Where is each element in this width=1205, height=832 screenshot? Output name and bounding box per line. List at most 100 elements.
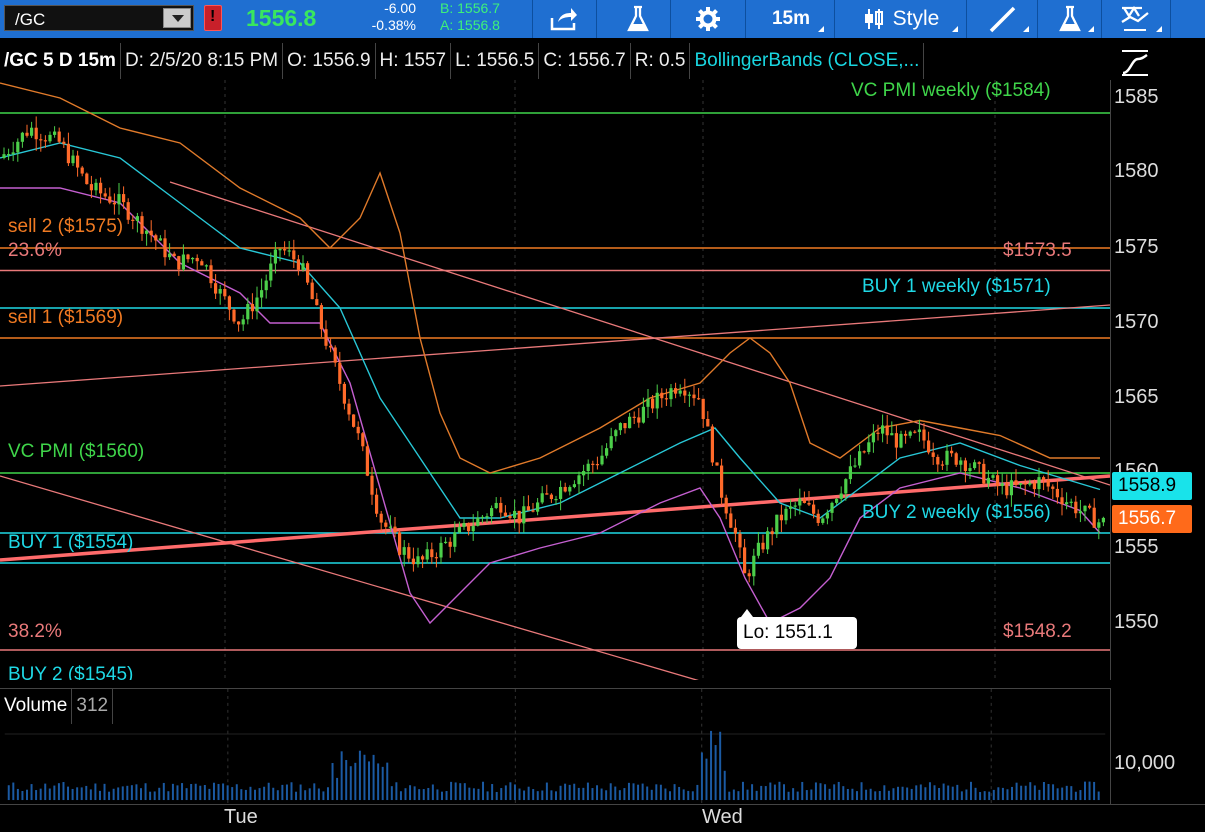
volume-bar <box>559 785 562 801</box>
candle-up <box>402 547 406 555</box>
candle-down <box>724 497 728 514</box>
volume-bar <box>933 785 936 801</box>
price-chart[interactable] <box>0 80 1110 680</box>
settings-button[interactable] <box>684 0 732 38</box>
strategy-button[interactable] <box>1044 0 1096 38</box>
volume-bar <box>906 787 909 801</box>
symbol-selector[interactable]: /GC <box>4 5 194 31</box>
volume-bar <box>85 785 88 801</box>
time-axis[interactable] <box>0 804 1205 832</box>
candle-up <box>917 429 921 433</box>
candle-down <box>315 299 319 306</box>
candle-up <box>1097 522 1101 528</box>
candle-down <box>140 216 144 234</box>
volume-bar <box>258 788 261 801</box>
volume-bar <box>992 789 995 801</box>
toolbar-divider <box>1101 0 1102 38</box>
candle-down <box>186 254 190 260</box>
volume-bar <box>1006 789 1009 801</box>
study-curve-icon[interactable] <box>1120 45 1150 77</box>
candle-down <box>683 390 687 396</box>
candle-up <box>881 425 885 434</box>
candle-up <box>1028 483 1032 485</box>
volume-bar <box>878 791 881 801</box>
candle-up <box>628 416 632 429</box>
volume-bar <box>1011 786 1014 801</box>
candle-down <box>80 167 84 174</box>
volume-bar <box>76 787 79 801</box>
style-menu[interactable]: Style <box>842 0 960 38</box>
volume-bar <box>860 782 863 801</box>
volume-bar <box>678 786 681 801</box>
candle-down <box>1074 501 1078 514</box>
candle-up <box>20 132 24 142</box>
candle-down <box>1032 483 1036 490</box>
pattern-button[interactable] <box>1108 0 1164 38</box>
volume-bar <box>518 788 521 801</box>
candle-up <box>1000 483 1004 487</box>
candle-down <box>1092 507 1096 528</box>
volume-bar <box>130 785 133 801</box>
candle-down <box>338 362 342 384</box>
drawing-tools-button[interactable] <box>975 0 1031 38</box>
volume-bar <box>792 788 795 801</box>
volume-bar <box>591 788 594 801</box>
volume-bar <box>796 791 799 801</box>
volume-bar <box>495 791 498 801</box>
volume-bar <box>26 789 28 801</box>
volume-bar <box>459 783 462 801</box>
chart-symbol-period[interactable]: /GC 5 D 15m <box>0 43 121 79</box>
volume-bar <box>89 789 92 801</box>
volume-bar <box>162 782 165 801</box>
time-label-tue: Tue <box>224 806 258 828</box>
candle-down <box>62 141 66 144</box>
study-bollinger-label[interactable]: BollingerBands (CLOSE,... <box>690 43 925 79</box>
candle-down <box>172 253 176 257</box>
dropdown-corner-icon <box>1023 26 1029 32</box>
level-label-1548-2: $1548.2 <box>1003 621 1072 642</box>
candle-down <box>1014 480 1018 485</box>
volume-bar <box>632 783 635 801</box>
volume-chart[interactable] <box>0 688 1110 804</box>
volume-bar <box>368 761 371 801</box>
volume-bar <box>62 782 65 801</box>
candle-up <box>388 526 392 528</box>
candle-down <box>352 414 356 427</box>
candle-down <box>223 289 227 297</box>
level-label-vc-pmi-weekly: VC PMI weekly ($1584) <box>851 80 1051 101</box>
candle-down <box>1046 479 1050 487</box>
candle-up <box>572 484 576 488</box>
chevron-down-icon[interactable] <box>163 8 191 28</box>
volume-bar <box>673 784 676 801</box>
volume-bar <box>855 791 858 801</box>
studies-button[interactable] <box>614 0 662 38</box>
candle-up <box>135 216 139 221</box>
candle-down <box>1088 505 1092 508</box>
candle-down <box>283 249 287 251</box>
volume-bar <box>1088 781 1091 801</box>
volume-bar <box>185 788 188 801</box>
candle-down <box>816 513 820 523</box>
volume-bar <box>108 791 111 801</box>
candle-down <box>195 257 199 262</box>
alert-icon[interactable] <box>204 5 222 31</box>
interval-selector[interactable]: 15m <box>756 0 826 38</box>
volume-bar <box>422 789 425 801</box>
candle-up <box>1037 477 1041 490</box>
candle-down <box>310 282 314 300</box>
volume-bar <box>171 783 174 801</box>
volume-bar <box>240 789 243 801</box>
candle-up <box>752 555 756 577</box>
candle-down <box>632 416 636 418</box>
candle-up <box>554 498 558 501</box>
candle-down <box>237 321 241 325</box>
volume-bar <box>513 784 516 801</box>
volume-bar <box>988 791 991 801</box>
candle-up <box>301 263 305 270</box>
share-button[interactable] <box>540 0 588 38</box>
volume-bar <box>203 785 206 801</box>
candle-up <box>766 531 770 550</box>
bollinger-mid-band <box>0 142 1101 519</box>
candle-down <box>549 494 553 500</box>
candle-down <box>89 184 93 191</box>
